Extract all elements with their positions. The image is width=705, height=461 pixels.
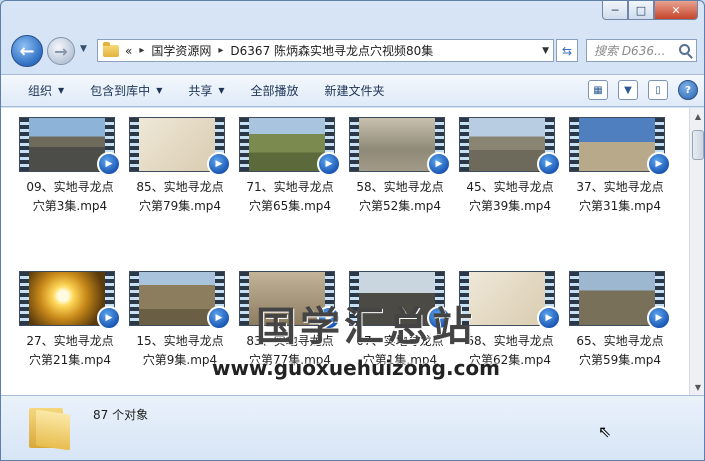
item-count: 87 个对象 (93, 408, 149, 422)
film-strip-icon (20, 272, 29, 325)
scroll-up-icon[interactable]: ▲ (690, 108, 704, 124)
file-name-line: 71、实地寻龙点 (246, 180, 334, 194)
include-in-library-button[interactable]: 包含到库中 ▼ (90, 82, 162, 99)
address-bar[interactable]: « ▸ 国学资源网 ▸ D6367 陈炳森实地寻龙点穴视频80集 ▼ (97, 39, 554, 62)
change-view-icon[interactable]: ▦ (588, 80, 608, 100)
file-name-line: 穴第39集.mp4 (468, 199, 552, 213)
scroll-down-icon[interactable]: ▼ (690, 379, 704, 395)
search-icon[interactable] (679, 44, 690, 55)
dropdown-arrow-icon: ▼ (58, 86, 65, 95)
breadcrumb-item[interactable]: D6367 陈炳森实地寻龙点穴视频80集 (230, 42, 433, 59)
file-name-line: 穴第65集.mp4 (248, 199, 332, 213)
organize-button[interactable]: 组织 ▼ (28, 82, 64, 99)
details-pane: 87 个对象 ⇖ (1, 395, 704, 460)
forward-arrow-icon: → (54, 41, 68, 61)
file-name-line: 穴第31集.mp4 (578, 199, 662, 213)
breadcrumb-overflow[interactable]: « (125, 44, 132, 58)
view-dropdown-icon[interactable]: ▼ (618, 80, 638, 100)
window-caption-buttons: ─ □ ✕ (602, 1, 698, 20)
file-name: 71、实地寻龙点 穴第65集.mp4 (231, 178, 349, 216)
media-player-icon: ▶ (97, 306, 121, 330)
share-label: 共享 (188, 84, 213, 98)
film-strip-icon (570, 118, 579, 171)
file-name-line: 65、实地寻龙点 (576, 334, 664, 348)
new-folder-button[interactable]: 新建文件夹 (325, 82, 385, 99)
search-placeholder: 搜索 D636... (594, 44, 666, 58)
address-dropdown-icon[interactable]: ▼ (542, 46, 549, 56)
breadcrumb-separator-icon[interactable]: ▸ (218, 45, 223, 56)
share-button[interactable]: 共享 ▼ (188, 82, 224, 99)
recent-pages-dropdown[interactable]: ▼ (80, 44, 87, 54)
breadcrumb-item[interactable]: 国学资源网 (151, 42, 211, 59)
forward-button[interactable]: → (47, 37, 75, 65)
breadcrumb-separator-icon[interactable]: ▸ (139, 45, 144, 56)
search-input[interactable]: 搜索 D636... (586, 39, 697, 62)
help-icon[interactable]: ? (678, 80, 698, 100)
file-name-line: 58、实地寻龙点 (356, 180, 444, 194)
refresh-icon: ⇆ (561, 43, 573, 58)
file-name-line: 穴第52集.mp4 (358, 199, 442, 213)
folder-icon (29, 404, 71, 451)
film-strip-icon (130, 118, 139, 171)
media-player-icon: ▶ (427, 152, 451, 176)
play-all-label: 全部播放 (250, 84, 299, 98)
scroll-thumb[interactable] (692, 130, 704, 160)
file-name-line: 穴第79集.mp4 (138, 199, 222, 213)
mouse-cursor-icon: ⇖ (598, 422, 612, 441)
refresh-button[interactable]: ⇆ (556, 39, 578, 62)
film-strip-icon (130, 272, 139, 325)
media-player-icon: ▶ (647, 306, 671, 330)
film-strip-icon (20, 118, 29, 171)
media-player-icon: ▶ (647, 152, 671, 176)
file-name: 37、实地寻龙点 穴第31集.mp4 (561, 178, 679, 216)
dropdown-arrow-icon: ▼ (218, 86, 225, 95)
back-button[interactable]: ← (11, 35, 43, 67)
file-name: 85、实地寻龙点 穴第79集.mp4 (121, 178, 239, 216)
file-name-line: 穴第59集.mp4 (578, 353, 662, 367)
file-name: 58、实地寻龙点 穴第52集.mp4 (341, 178, 459, 216)
command-bar: 组织 ▼ 包含到库中 ▼ 共享 ▼ 全部播放 新建文件夹 ▦ ▼ ▯ ? (1, 74, 704, 107)
film-strip-icon (460, 118, 469, 171)
new-folder-label: 新建文件夹 (324, 84, 385, 98)
maximize-button[interactable]: □ (628, 1, 654, 20)
preview-pane-icon[interactable]: ▯ (648, 80, 668, 100)
close-button[interactable]: ✕ (654, 1, 698, 20)
file-name-line: 85、实地寻龙点 (136, 180, 224, 194)
play-all-button[interactable]: 全部播放 (251, 82, 299, 99)
file-name-line: 37、实地寻龙点 (576, 180, 664, 194)
back-arrow-icon: ← (19, 40, 35, 62)
dropdown-arrow-icon: ▼ (156, 86, 163, 95)
include-in-library-label: 包含到库中 (90, 84, 151, 98)
file-name-line: 穴第21集.mp4 (28, 353, 112, 367)
media-player-icon: ▶ (317, 152, 341, 176)
file-name: 27、实地寻龙点 穴第21集.mp4 (11, 332, 129, 370)
file-name-line: 穴第3集.mp4 (32, 199, 108, 213)
file-name: 65、实地寻龙点 穴第59集.mp4 (561, 332, 679, 370)
explorer-window: ─ □ ✕ ← → ▼ « ▸ 国学资源网 ▸ D6367 陈炳森实地寻龙点穴视… (0, 0, 705, 461)
file-list[interactable]: ▶ 09、实地寻龙点 穴第3集.mp4 ▶ 85、实地寻龙点 穴第79集.mp4 ▶ 71、实… (1, 108, 704, 395)
file-name-line: 45、实地寻龙点 (466, 180, 554, 194)
watermark-title: 国学汇总站 (256, 304, 476, 350)
media-player-icon: ▶ (97, 152, 121, 176)
file-name: 09、实地寻龙点 穴第3集.mp4 (11, 178, 129, 216)
file-name-line: 09、实地寻龙点 (26, 180, 114, 194)
vertical-scrollbar[interactable]: ▲ ▼ (689, 108, 704, 395)
folder-icon (103, 41, 119, 57)
organize-label: 组织 (28, 84, 53, 98)
film-strip-icon (240, 118, 249, 171)
file-name: 45、实地寻龙点 穴第39集.mp4 (451, 178, 569, 216)
media-player-icon: ▶ (207, 152, 231, 176)
film-strip-icon (350, 118, 359, 171)
film-strip-icon (570, 272, 579, 325)
file-name-line: 27、实地寻龙点 (26, 334, 114, 348)
view-controls: ▦ ▼ ▯ ? (588, 80, 698, 100)
watermark-url: www.guoxuehuizong.com (211, 356, 501, 380)
media-player-icon: ▶ (537, 306, 561, 330)
media-player-icon: ▶ (537, 152, 561, 176)
minimize-button[interactable]: ─ (602, 1, 628, 20)
